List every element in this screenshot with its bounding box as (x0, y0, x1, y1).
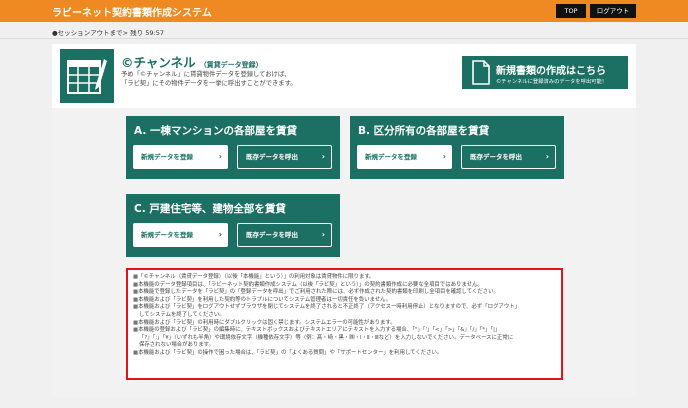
button-label: 既存データを呼出 (246, 153, 298, 161)
button-label: 新規データを登録 (141, 153, 193, 161)
channel-logo (60, 49, 114, 103)
logout-button[interactable]: ログアウト (590, 4, 636, 18)
note-text: 「?」「:」「¥」（いずれも半角）や環境依存文字（機種依存文字）等（例：髙・﨑・… (139, 334, 514, 341)
channel-description: 予め「©チャンネル」に賃貸物件データを登録しておけば、 「ラビ契」にその物件デー… (121, 70, 341, 88)
chevron-right-icon: › (321, 152, 325, 161)
note-text: 「©チャンネル（賃貸データ登録）（以後「本機能」という）」の利用対象は賃貸物件に… (138, 274, 375, 280)
notes-box: ■「©チャンネル（賃貸データ登録）（以後「本機能」という）」の利用対象は賃貸物件… (126, 268, 563, 380)
section-a-new-button[interactable]: 新規データを登録 › (133, 145, 228, 169)
chevron-right-icon: › (545, 152, 549, 161)
note-text: 本機能で登録したデータを「ラビ契」の「登録データを呼出」でご利用された際には、必… (138, 289, 499, 296)
section-c-new-button[interactable]: 新規データを登録 › (133, 223, 228, 247)
new-document-button[interactable]: 新規書類の作成はこちら ©チャンネルに登録済みのデータを呼出可能！ (462, 56, 628, 89)
note-text: 本機能および「ラビ契」の操作で困った場合は、「ラビ契」の「よくある質問」や「サポ… (138, 349, 443, 356)
note-text: 本機能の登録および「ラビ契」の編集時に、テキストボックスおよびテキストエリアにテ… (138, 327, 501, 334)
chevron-right-icon: › (442, 152, 446, 161)
section-c-load-button[interactable]: 既存データを呼出 › (237, 223, 332, 247)
spreadsheet-icon (67, 59, 107, 94)
note-text: 本機能および「ラビ契」をログアウトせずブラウザを閉じてシステムを終了されると不正… (138, 304, 521, 311)
section-b-load-button[interactable]: 既存データを呼出 › (461, 145, 556, 169)
section-c: C. 戸建住宅等、建物全部を賃貸 新規データを登録 › 既存データを呼出 › (126, 194, 340, 257)
button-label: 既存データを呼出 (470, 153, 522, 161)
section-c-title: C. 戸建住宅等、建物全部を賃貸 (134, 203, 286, 215)
note-line: ■本機能の登録および「ラビ契」の編集時に、テキストボックスおよびテキストエリアに… (133, 327, 556, 335)
channel-desc-line-1: 予め「©チャンネル」に賃貸物件データを登録しておけば、 (121, 71, 291, 78)
note-line: してシステムを終了してください。 (133, 312, 556, 320)
section-a: A. 一棟マンションの各部屋を賃貸 新規データを登録 › 既存データを呼出 › (126, 116, 340, 179)
button-label: 新規データを登録 (141, 231, 193, 239)
chevron-right-icon: › (321, 230, 325, 239)
section-a-title: A. 一棟マンションの各部屋を賃貸 (134, 125, 297, 137)
note-text: してシステムを終了してください。 (139, 311, 225, 318)
section-b-new-button[interactable]: 新規データを登録 › (357, 145, 452, 169)
app-title: ラビーネット契約書類作成システム (52, 8, 212, 19)
note-line: ■「©チャンネル（賃貸データ登録）（以後「本機能」という）」の利用対象は賃貸物件… (133, 274, 556, 282)
divider (0, 38, 688, 39)
section-a-load-button[interactable]: 既存データを呼出 › (237, 145, 332, 169)
note-text: 本機能のデータ登録項目は、「ラビーネット契約書類作成システム（以後「ラビ契」とい… (138, 281, 483, 288)
channel-subtitle: （賃貸データ登録） (199, 61, 263, 69)
new-document-title: 新規書類の作成はこちら (496, 66, 606, 77)
chevron-right-icon: › (218, 152, 222, 161)
new-document-subtitle: ©チャンネルに登録済みのデータを呼出可能！ (496, 79, 608, 85)
button-label: 新規データを登録 (365, 153, 417, 161)
top-bar: ラビーネット契約書類作成システム TOP ログアウト (0, 0, 688, 22)
channel-desc-line-2: 「ラビ契」にその物件データを一挙に呼出すことができます。 (121, 80, 297, 87)
note-text: 保存されない場合があります。 (139, 342, 214, 349)
button-label: 既存データを呼出 (246, 231, 298, 239)
note-line: ■本機能および「ラビ契」をログアウトせずブラウザを閉じてシステムを終了されると不… (133, 304, 556, 312)
top-button[interactable]: TOP (556, 4, 586, 18)
note-line: ■本機能および「ラビ契」の操作で困った場合は、「ラビ契」の「よくある質問」や「サ… (133, 350, 556, 358)
note-line: ■本機能で登録したデータを「ラビ契」の「登録データを呼出」でご利用された際には、… (133, 289, 556, 297)
note-text: 本機能および「ラビ契」の利用時にダブルクリックは固く禁じます。システムエラーの可… (138, 319, 396, 326)
channel-title-text: ©チャンネル (121, 55, 196, 70)
document-icon (472, 60, 490, 85)
chevron-right-icon: › (218, 230, 222, 239)
section-b-title: B. 区分所有の各部屋を賃貸 (358, 125, 490, 137)
channel-title: ©チャンネル （賃貸データ登録） (121, 52, 263, 71)
section-b: B. 区分所有の各部屋を賃貸 新規データを登録 › 既存データを呼出 › (350, 116, 564, 179)
note-line: 保存されない場合があります。 (133, 342, 556, 350)
session-timer: ●セッションアウトまで> 残り 59:57 (52, 29, 164, 37)
note-text: 本機能および「ラビ契」を利用した契約等のトラブルについてシステム管理者は一切責任… (138, 296, 391, 303)
